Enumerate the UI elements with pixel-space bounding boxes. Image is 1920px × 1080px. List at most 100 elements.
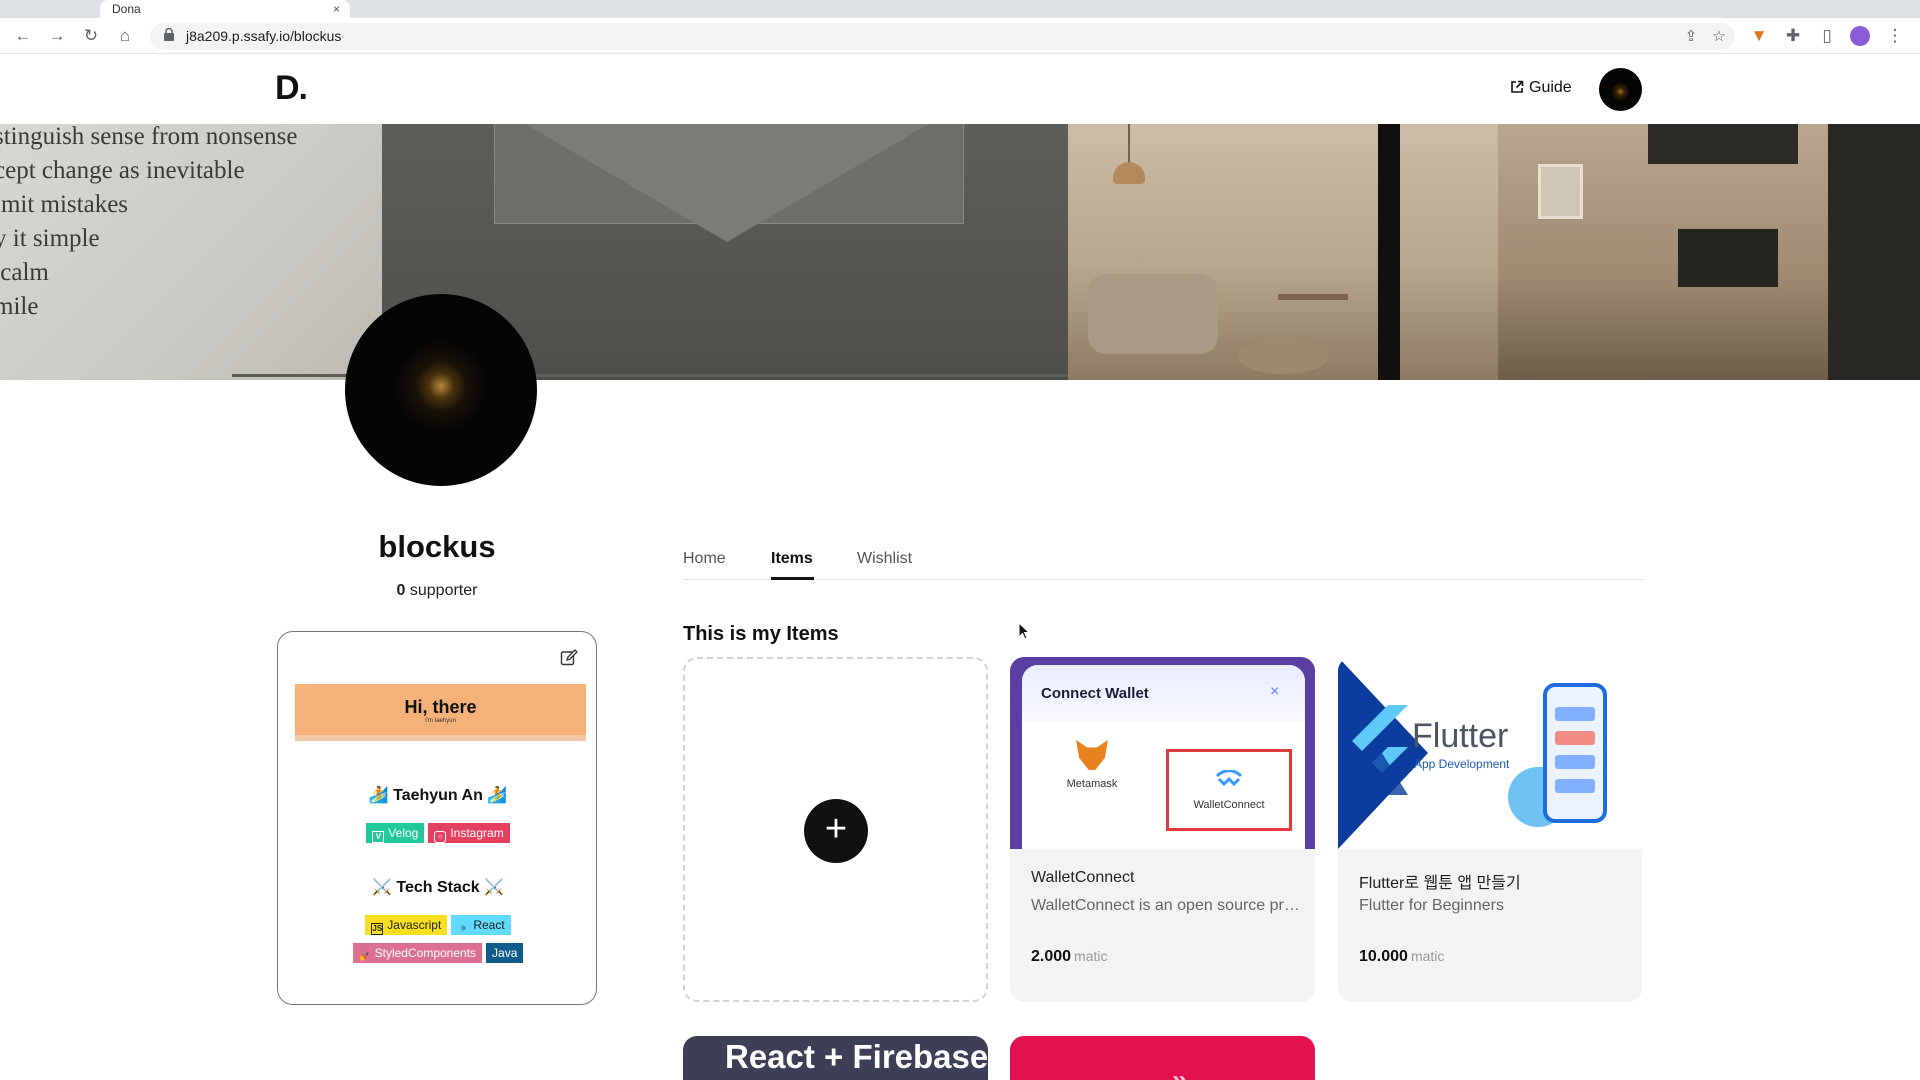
instagram-icon: ○ [434, 831, 447, 843]
metamask-label: Metamask [1066, 778, 1118, 790]
react-firebase-label: React + Firebase [725, 1038, 988, 1075]
item-price-value: 2.000 [1031, 948, 1072, 965]
react-label: React [473, 918, 505, 932]
metamask-option: Metamask [1042, 740, 1142, 790]
tab-wishlist[interactable]: Wishlist [857, 550, 912, 568]
hi-title: Hi, there [404, 697, 477, 717]
item-description: Flutter for Beginners [1359, 897, 1504, 914]
styledcomponents-label: StyledComponents [374, 946, 477, 960]
item-thumbnail: Connect Wallet × Metamask WalletConnect [1010, 657, 1315, 849]
item-thumbnail: Flutter App Development [1338, 657, 1642, 849]
javascript-badge: JS Javascript [365, 915, 448, 935]
item-card-walletconnect[interactable]: Connect Wallet × Metamask WalletConnect … [1010, 657, 1315, 1002]
velog-badge[interactable]: V Velog [366, 823, 425, 843]
add-item-card[interactable]: + [683, 657, 988, 1002]
supporter-label: supporter [405, 582, 478, 599]
item-card-red[interactable]: » [1010, 1036, 1315, 1080]
tech-badges-row2: 💅 StyledComponents Java [278, 943, 598, 963]
edit-icon[interactable] [560, 649, 578, 667]
back-icon[interactable]: ← [12, 25, 34, 47]
velog-icon: V [372, 831, 385, 843]
hi-there-banner: Hi, there I'm taehyun [295, 684, 586, 741]
profile-avatar-icon[interactable] [1850, 26, 1870, 46]
tab-home[interactable]: Home [683, 550, 726, 568]
profile-banner: stinguish sense from nonsense cept chang… [0, 124, 1920, 380]
item-card-flutter[interactable]: Flutter App Development Flutter로 웹툰 앱 만들… [1338, 657, 1642, 1002]
instagram-badge[interactable]: ○ Instagram [428, 823, 510, 843]
item-price-unit: matic [1074, 948, 1108, 964]
site-header: D. Guide [0, 55, 1920, 124]
walletconnect-label: WalletConnect [1193, 799, 1265, 811]
connect-wallet-title: Connect Wallet [1041, 685, 1149, 702]
about-card: Hi, there I'm taehyun 🏄 Taehyun An 🏄 V Ve… [277, 631, 597, 1005]
supporter-count: 0 supporter [276, 582, 598, 600]
person-name: 🏄 Taehyun An 🏄 [368, 787, 508, 804]
extensions-puzzle-icon[interactable]: ✚ [1782, 25, 1804, 47]
flutter-logo-icon [1352, 705, 1408, 795]
phone-illustration [1543, 683, 1607, 823]
url-text: j8a209.p.ssafy.io/blockus [186, 28, 342, 44]
banner-quote: stinguish sense from nonsense cept chang… [0, 124, 298, 320]
lock-icon [164, 28, 174, 41]
reload-icon[interactable]: ↻ [80, 25, 102, 47]
forward-icon[interactable]: → [46, 25, 68, 47]
item-price: 10.000 matic [1359, 948, 1444, 966]
chevron-icon: » [1172, 1064, 1188, 1080]
velog-label: Velog [388, 826, 419, 840]
browser-toolbar: ← → ↻ ⌂ j8a209.p.ssafy.io/blockus ⇪ ☆ ▼ … [0, 18, 1920, 54]
plus-icon[interactable]: + [804, 799, 868, 863]
item-name: Flutter로 웹툰 앱 만들기 [1359, 875, 1521, 892]
item-name: WalletConnect [1031, 869, 1135, 886]
instagram-label: Instagram [450, 826, 504, 840]
flutter-brand: Flutter [1412, 717, 1509, 755]
address-bar[interactable]: j8a209.p.ssafy.io/blockus ⇪ ☆ [150, 23, 1735, 50]
tech-badges-row1: JS Javascript ⚛ React [278, 915, 598, 935]
tab-items[interactable]: Items [771, 550, 813, 568]
external-link-icon [1511, 80, 1524, 93]
item-description: WalletConnect is an open source protocol [1031, 897, 1301, 914]
javascript-label: Javascript [387, 918, 442, 932]
close-tab-icon[interactable]: × [333, 0, 340, 18]
banner-room-image [1068, 124, 1498, 380]
home-icon[interactable]: ⌂ [114, 25, 136, 47]
react-icon: ⚛ [459, 924, 467, 933]
browser-tabstrip: Dona × [0, 0, 1920, 18]
mouse-cursor-icon [1018, 622, 1030, 640]
share-icon[interactable]: ⇪ [1680, 26, 1702, 48]
metamask-extension-icon[interactable]: ▼ [1748, 25, 1770, 47]
browser-tab-title: Dona [112, 2, 141, 16]
item-card-react-firebase[interactable]: React + Firebase [683, 1036, 988, 1080]
header-avatar[interactable] [1599, 68, 1642, 111]
close-icon: × [1270, 683, 1280, 700]
item-price-value: 10.000 [1359, 948, 1408, 965]
bookmark-star-icon[interactable]: ☆ [1708, 26, 1730, 48]
profile-avatar [345, 294, 537, 486]
item-price: 2.000 matic [1031, 948, 1108, 966]
techstack-title: ⚔️ Tech Stack ⚔️ [371, 879, 505, 896]
metamask-fox-icon [1076, 740, 1108, 770]
section-title: This is my Items [683, 623, 839, 645]
flutter-subtitle: App Development [1414, 757, 1510, 771]
react-badge: ⚛ React [451, 915, 511, 935]
item-price-unit: matic [1410, 948, 1445, 964]
banner-interior-image [1498, 124, 1920, 380]
profile-username: blockus [378, 529, 496, 564]
active-tab-indicator [771, 577, 814, 580]
styledcomponents-badge: 💅 StyledComponents [352, 943, 483, 963]
guide-label: Guide [1529, 79, 1572, 96]
walletconnect-icon [1215, 769, 1243, 787]
java-label: Java [492, 946, 518, 960]
profile-tabs: Home Items Wishlist [683, 547, 1643, 580]
site-logo[interactable]: D. [275, 69, 308, 108]
walletconnect-option: WalletConnect [1166, 749, 1292, 831]
hi-subtitle: I'm taehyun [425, 718, 456, 724]
java-badge: Java [486, 943, 524, 963]
banner-paper-image: stinguish sense from nonsense cept chang… [0, 124, 382, 380]
javascript-icon: JS [371, 923, 384, 935]
browser-tab[interactable]: Dona × [100, 0, 350, 18]
social-badges: V Velog ○ Instagram [278, 823, 598, 843]
side-panel-icon[interactable]: ▯ [1816, 25, 1838, 47]
browser-menu-icon[interactable]: ⋮ [1884, 25, 1906, 47]
styledcomponents-icon: 💅 [359, 952, 370, 961]
guide-link[interactable]: Guide [1510, 79, 1572, 97]
